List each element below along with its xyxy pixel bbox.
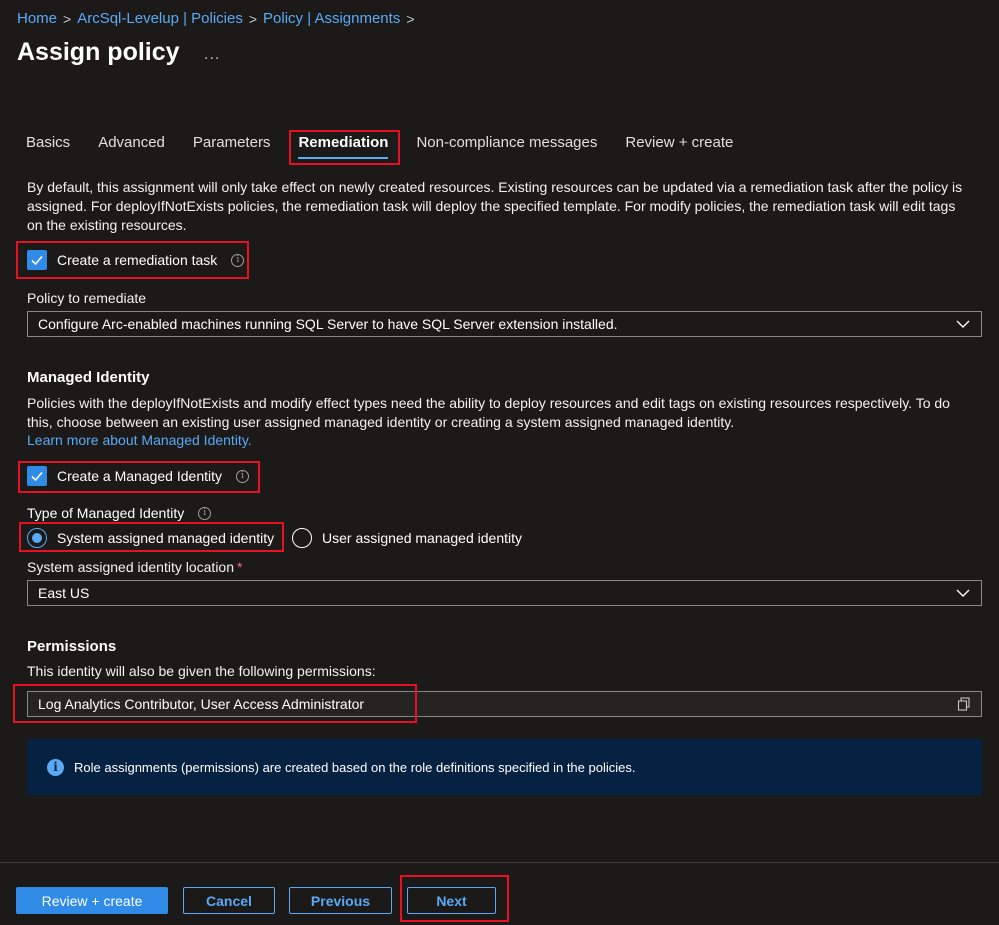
identity-location-label-text: System assigned identity location [27,559,234,575]
info-icon: i [47,758,64,776]
info-message-text: Role assignments (permissions) are creat… [74,759,636,775]
copy-icon[interactable] [957,697,971,711]
cancel-button[interactable]: Cancel [183,887,275,914]
footer-divider [0,862,999,863]
chevron-down-icon [956,320,970,328]
identity-location-dropdown[interactable]: East US [27,580,982,606]
review-create-button[interactable]: Review + create [16,887,168,914]
tab-advanced[interactable]: Advanced [98,134,165,159]
create-remediation-task-checkbox[interactable]: Create a remediation task i [27,250,245,270]
create-remediation-task-label: Create a remediation task [57,252,218,268]
radio-user-assigned-label: User assigned managed identity [322,530,523,546]
identity-location-label: System assigned identity location * [27,559,242,575]
previous-button[interactable]: Previous [289,887,392,914]
checkmark-icon [31,255,43,266]
tab-basics[interactable]: Basics [26,134,70,159]
tab-review-create[interactable]: Review + create [625,134,733,159]
tab-parameters[interactable]: Parameters [193,134,271,159]
checkbox-checked[interactable] [27,250,47,270]
radio-unselected-icon[interactable] [292,528,312,548]
type-of-managed-identity-label-row: Type of Managed Identity i [27,505,212,521]
info-icon[interactable]: i [198,506,212,520]
radio-system-assigned[interactable]: System assigned managed identity [27,528,274,548]
info-message-bar: i Role assignments (permissions) are cre… [27,739,982,795]
create-managed-identity-label: Create a Managed Identity [57,468,222,484]
info-icon[interactable]: i [231,253,245,267]
policy-to-remediate-label: Policy to remediate [27,290,147,306]
permissions-value: Log Analytics Contributor, User Access A… [38,696,365,712]
info-icon[interactable]: i [236,469,249,483]
breadcrumb: Home > ArcSql-Levelup | Policies > Polic… [17,10,415,27]
breadcrumb-home[interactable]: Home [17,10,57,27]
identity-location-value: East US [38,585,90,601]
chevron-down-icon [956,589,970,597]
more-options-button[interactable]: ... [204,46,220,64]
next-button[interactable]: Next [407,887,496,914]
radio-user-assigned[interactable]: User assigned managed identity [292,528,522,548]
radio-system-assigned-label: System assigned managed identity [57,530,275,546]
permissions-title: Permissions [27,638,117,655]
managed-identity-title: Managed Identity [27,369,150,386]
learn-more-link[interactable]: Learn more about Managed Identity. [27,432,252,448]
checkbox-checked[interactable] [27,466,47,486]
tab-bar: Basics Advanced Parameters Remediation N… [26,134,761,159]
tab-non-compliance-messages[interactable]: Non-compliance messages [416,134,597,159]
policy-to-remediate-value: Configure Arc-enabled machines running S… [38,316,618,332]
type-of-managed-identity-label: Type of Managed Identity [27,505,185,521]
required-indicator: * [237,559,243,575]
policy-to-remediate-dropdown[interactable]: Configure Arc-enabled machines running S… [27,311,982,337]
breadcrumb-policies[interactable]: ArcSql-Levelup | Policies [77,10,243,27]
tab-remediation[interactable]: Remediation [298,134,389,159]
page-title: Assign policy [17,38,180,66]
chevron-right-icon: > [63,10,72,27]
managed-identity-description: Policies with the deployIfNotExists and … [27,395,950,430]
permissions-description: This identity will also be given the fol… [27,663,376,679]
chevron-right-icon: > [248,10,258,27]
radio-selected-icon[interactable] [27,528,47,548]
remediation-description: By default, this assignment will only ta… [27,179,963,233]
breadcrumb-assignments[interactable]: Policy | Assignments [263,10,400,27]
permissions-field: Log Analytics Contributor, User Access A… [27,691,982,717]
checkmark-icon [31,471,43,482]
create-managed-identity-checkbox[interactable]: Create a Managed Identity i [27,466,249,486]
chevron-right-icon: > [406,10,415,27]
